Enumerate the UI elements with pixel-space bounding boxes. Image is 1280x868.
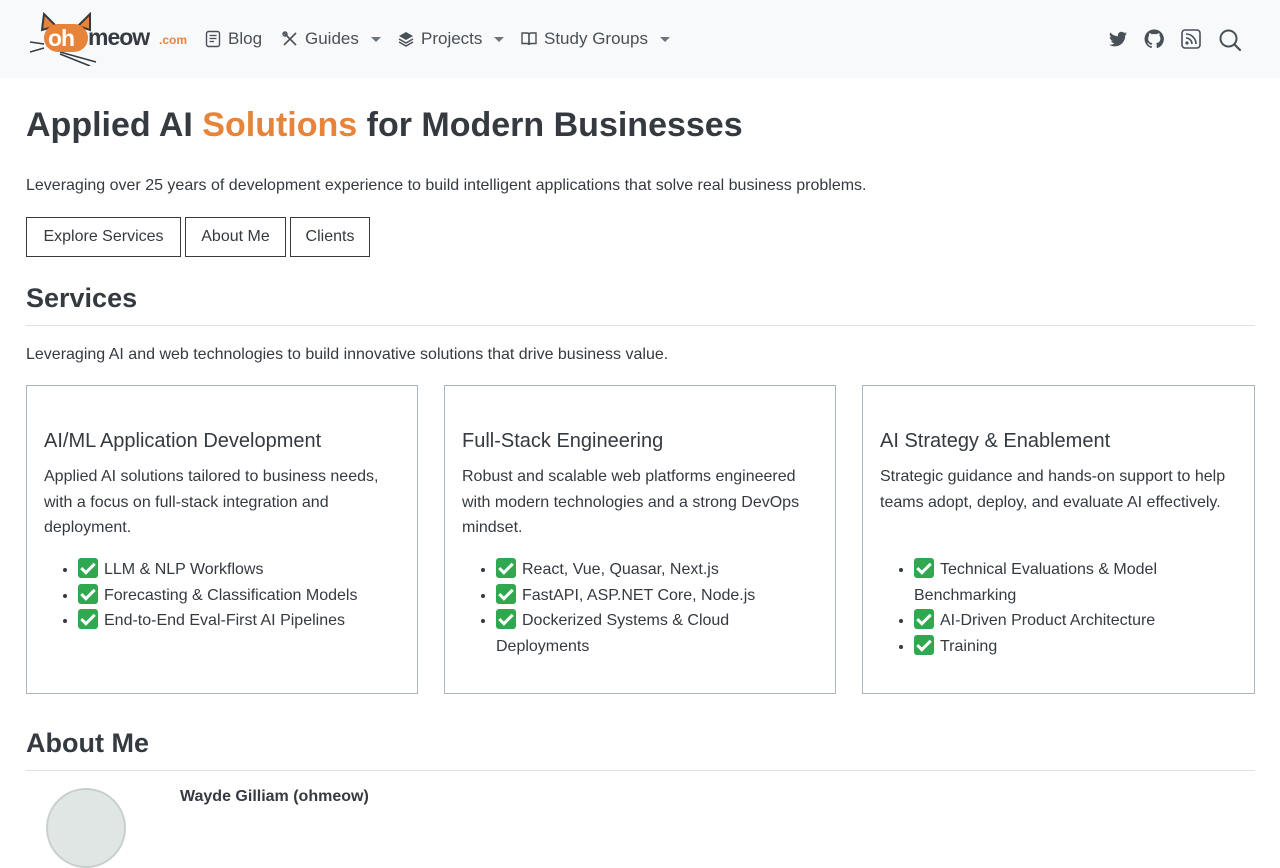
list-item-label: React, Vue, Quasar, Next.js xyxy=(522,561,719,578)
service-card-full-stack: Full-Stack Engineering Robust and scalab… xyxy=(444,385,836,694)
list-item-label: Dockerized Systems & Cloud Deployments xyxy=(496,612,730,655)
check-mark-icon xyxy=(78,583,98,604)
service-card-ai-strategy: AI Strategy & Enablement Strategic guida… xyxy=(862,385,1255,694)
service-card-description: Applied AI solutions tailored to busines… xyxy=(44,468,379,536)
document-icon xyxy=(205,30,221,48)
list-item-label: LLM & NLP Workflows xyxy=(104,561,264,578)
nav-item-blog-label: Blog xyxy=(228,29,263,48)
list-item: FastAPI, ASP.NET Core, Node.js xyxy=(496,583,821,609)
check-mark-icon xyxy=(496,583,516,604)
list-item-label: Forecasting & Classification Models xyxy=(104,586,358,604)
list-item-label: Technical Evaluations & Model Benchmarki… xyxy=(914,561,1158,604)
list-item-label: AI-Driven Product Architecture xyxy=(940,612,1156,629)
check-mark-icon xyxy=(914,558,934,578)
service-card-title: Full-Stack Engineering xyxy=(462,430,664,452)
service-card-description: Strategic guidance and hands-on support … xyxy=(880,468,1226,511)
list-item: Dockerized Systems & Cloud Deployments xyxy=(496,608,821,659)
service-card-title: AI/ML Application Development xyxy=(44,430,322,452)
layers-icon xyxy=(398,32,414,47)
nav-item-study-groups[interactable]: Study Groups xyxy=(520,26,670,52)
list-item: Training xyxy=(914,634,1239,660)
service-card-list: Technical Evaluations & Model Benchmarki… xyxy=(914,557,1239,659)
site-logo[interactable]: oh meow .com xyxy=(30,12,190,66)
service-card-ai-ml: AI/ML Application Development Applied AI… xyxy=(26,385,418,694)
title-part-after: for Modern Businesses xyxy=(357,106,743,144)
nav-item-study-groups-label: Study Groups xyxy=(544,29,648,48)
check-mark-icon xyxy=(496,609,516,629)
list-item: Forecasting & Classification Models xyxy=(78,583,403,609)
list-item: AI-Driven Product Architecture xyxy=(914,608,1239,634)
hero-subtitle: Leveraging over 25 years of development … xyxy=(26,177,867,194)
service-card-list: React, Vue, Quasar, Next.js FastAPI, ASP… xyxy=(496,557,821,659)
book-icon xyxy=(521,32,537,46)
list-item-label: FastAPI, ASP.NET Core, Node.js xyxy=(522,586,756,604)
title-part-before: Applied AI xyxy=(26,106,203,144)
search-icon[interactable] xyxy=(1218,28,1242,52)
nav-item-projects[interactable]: Projects xyxy=(397,26,505,52)
clients-button[interactable]: Clients xyxy=(290,217,370,257)
logo-badge-text: oh xyxy=(48,25,75,51)
chevron-down-icon xyxy=(370,36,381,42)
list-item-label: Training xyxy=(940,637,998,655)
section-divider xyxy=(26,325,1255,326)
check-mark-icon xyxy=(914,609,934,629)
list-item-label: End-to-End Eval-First AI Pipelines xyxy=(104,612,345,629)
services-subtitle: Leveraging AI and web technologies to bu… xyxy=(26,346,669,363)
section-divider xyxy=(26,770,1255,771)
check-mark-icon xyxy=(914,634,934,655)
tools-icon xyxy=(282,31,297,46)
nav-item-guides[interactable]: Guides xyxy=(281,26,381,52)
about-me-button[interactable]: About Me xyxy=(185,217,286,257)
explore-services-button[interactable]: Explore Services xyxy=(26,217,181,257)
about-heading: About Me xyxy=(26,728,149,758)
nav-item-blog[interactable]: Blog xyxy=(204,26,262,52)
chevron-down-icon xyxy=(659,36,670,42)
service-card-title: AI Strategy & Enablement xyxy=(880,430,1111,452)
title-accent: Solutions xyxy=(202,106,358,144)
list-item: Technical Evaluations & Model Benchmarki… xyxy=(914,557,1239,608)
nav-item-projects-label: Projects xyxy=(421,29,483,48)
navbar: oh meow .com Blog Guides Projects Study … xyxy=(0,0,1280,78)
logo-text: meow xyxy=(88,24,150,50)
service-card-list: LLM & NLP Workflows Forecasting & Classi… xyxy=(78,557,403,634)
github-icon[interactable] xyxy=(1143,28,1165,50)
page-title: Applied AI Solutions for Modern Business… xyxy=(26,106,743,145)
chevron-down-icon xyxy=(494,36,505,42)
services-heading: Services xyxy=(26,283,138,313)
rss-icon[interactable] xyxy=(1180,28,1202,50)
service-card-description: Robust and scalable web platforms engine… xyxy=(462,468,800,536)
check-mark-icon xyxy=(496,558,516,578)
list-item: LLM & NLP Workflows xyxy=(78,557,403,583)
logo-suffix: .com xyxy=(159,33,188,47)
check-mark-icon xyxy=(78,609,98,629)
about-name: Wayde Gilliam (ohmeow) xyxy=(180,788,369,805)
check-mark-icon xyxy=(78,558,98,578)
avatar xyxy=(46,788,126,868)
nav-item-guides-label: Guides xyxy=(305,29,359,48)
list-item: React, Vue, Quasar, Next.js xyxy=(496,557,821,583)
twitter-icon[interactable] xyxy=(1107,28,1129,50)
list-item: End-to-End Eval-First AI Pipelines xyxy=(78,608,403,634)
